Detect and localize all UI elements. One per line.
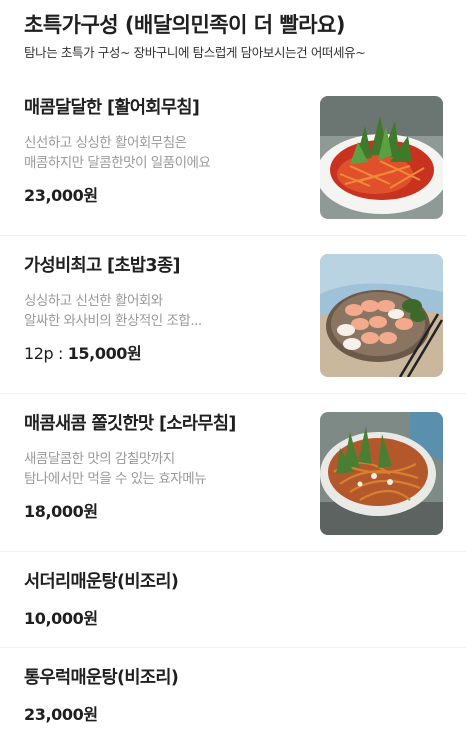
price-value: 10,000원 (24, 609, 98, 628)
sushi-platter-photo[interactable] (320, 254, 443, 377)
spicy-conch-salad-image (320, 412, 443, 535)
menu-item-description-line: 새콤달콤한 맛의 감칠맛까지 (24, 451, 175, 467)
price-value: 23,000원 (24, 186, 98, 205)
page-subtitle: 탐나는 초특가 구성~ 장바구니에 탐스럽게 담아보시는건 어떠세유~ (24, 45, 366, 60)
spicy-raw-fish-salad-photo[interactable] (320, 96, 443, 219)
menu-item-price: 18,000원 (24, 501, 98, 523)
menu-item-name: 가성비최고 [초밥3종] (24, 256, 180, 276)
menu-item-description-line: 알싸한 와사비의 환상적인 조합... (24, 313, 202, 329)
menu-item-price: 10,000원 (24, 608, 98, 630)
menu-item-description: 새콤달콤한 맛의 감칠맛까지 탐나에서만 먹을 수 있는 효자메뉴 (24, 449, 294, 489)
spicy-conch-salad-photo[interactable] (320, 412, 443, 535)
price-value: 18,000원 (24, 502, 98, 521)
menu-list: 매콤달달한 [활어회무침] 신선하고 싱싱한 활어회무침은 매콤하지만 달콤한맛… (0, 78, 466, 744)
menu-item-name: 통우럭매운탕(비조리) (24, 668, 179, 688)
menu-item-name: 서더리매운탕(비조리) (24, 572, 179, 592)
menu-item-description-line: 탐나에서만 먹을 수 있는 효자메뉴 (24, 471, 207, 487)
menu-item-price: 23,000원 (24, 704, 98, 726)
menu-item[interactable]: 매콤새콤 쫄깃한맛 [소라무침] 새콤달콤한 맛의 감칠맛까지 탐나에서만 먹을… (0, 394, 466, 552)
menu-item-name: 매콤달달한 [활어회무침] (24, 98, 200, 118)
menu-item-name: 매콤새콤 쫄깃한맛 [소라무침] (24, 414, 236, 434)
spicy-raw-fish-salad-image (320, 96, 443, 219)
menu-item-description-line: 싱싱하고 신선한 활어회와 (24, 293, 163, 309)
page-header: 초특가구성 (배달의민족이 더 빨라요) 탐나는 초특가 구성~ 장바구니에 탐… (24, 10, 454, 62)
price-prefix: 12p : (24, 344, 68, 363)
menu-item[interactable]: 가성비최고 [초밥3종] 싱싱하고 신선한 활어회와 알싸한 와사비의 환상적인… (0, 236, 466, 394)
price-value: 23,000원 (24, 705, 98, 724)
page-title: 초특가구성 (배달의민족이 더 빨라요) (24, 13, 345, 37)
sushi-platter-image (320, 254, 443, 377)
menu-item-price: 23,000원 (24, 185, 98, 207)
menu-item[interactable]: 서더리매운탕(비조리) 10,000원 (0, 552, 466, 648)
menu-item-description-line: 매콤하지만 달콤한맛이 일품이에요 (24, 155, 211, 171)
menu-item-price: 12p : 15,000원 (24, 343, 142, 365)
menu-item-description: 신선하고 싱싱한 활어회무침은 매콤하지만 달콤한맛이 일품이에요 (24, 133, 294, 173)
menu-item[interactable]: 통우럭매운탕(비조리) 23,000원 (0, 648, 466, 744)
menu-item-description-line: 신선하고 싱싱한 활어회무침은 (24, 135, 187, 151)
menu-item-description: 싱싱하고 신선한 활어회와 알싸한 와사비의 환상적인 조합... (24, 291, 294, 331)
price-value: 15,000원 (67, 344, 142, 363)
menu-item[interactable]: 매콤달달한 [활어회무침] 신선하고 싱싱한 활어회무침은 매콤하지만 달콤한맛… (0, 78, 466, 236)
